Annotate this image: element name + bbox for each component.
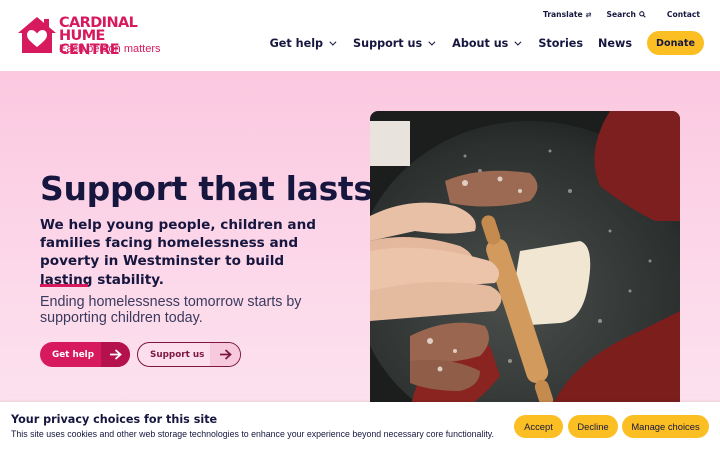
nav-item-label: Get help (269, 36, 324, 50)
accept-cookies-button[interactable]: Accept (514, 415, 563, 438)
contact-link[interactable]: Contact (667, 10, 700, 19)
nav-item-news[interactable]: News (598, 37, 632, 50)
hero-title: Support that lasts (40, 169, 373, 208)
translate-icon: ⇄ (585, 10, 592, 19)
cookie-banner: Your privacy choices for this site This … (0, 402, 720, 450)
get-help-button[interactable]: Get help (40, 342, 130, 367)
nav-item-about-us[interactable]: About us (452, 36, 522, 50)
site-header: CARDINAL HUME CENTRE Each person matters… (0, 0, 720, 71)
hero-divider (40, 284, 88, 287)
hero-section: Support that lasts We help young people,… (0, 71, 720, 450)
nav-item-label: Support us (353, 36, 423, 50)
logo-tagline: Each person matters (59, 43, 161, 55)
hero-lede: We help young people, children and famil… (40, 217, 316, 288)
photo-hands-kneading-dough-icon (370, 111, 680, 411)
nav-item-support-us[interactable]: Support us (353, 36, 436, 50)
nav-item-label: Stories (538, 36, 584, 50)
arrow-right-icon (101, 342, 130, 367)
support-us-button-label: Support us (150, 349, 205, 360)
house-heart-icon (18, 17, 56, 53)
hero-image (370, 111, 680, 411)
support-us-button[interactable]: Support us (137, 342, 241, 367)
manage-choices-button[interactable]: Manage choices (622, 415, 709, 438)
site-logo[interactable]: CARDINAL HUME CENTRE Each person matters (17, 14, 162, 57)
utility-nav: Translate ⇄ Search Contact (543, 10, 700, 19)
nav-item-label: News (598, 36, 632, 50)
arrow-right-icon (210, 343, 240, 366)
chevron-down-icon (428, 38, 436, 46)
main-nav: Get help Support us About us Stories New… (270, 31, 704, 55)
hero-subtext: Ending homelessness tomorrow starts by s… (40, 294, 302, 326)
cookie-banner-title: Your privacy choices for this site (11, 413, 218, 426)
translate-link[interactable]: Translate ⇄ (543, 10, 592, 19)
nav-item-get-help[interactable]: Get help (269, 36, 337, 50)
search-icon (639, 11, 646, 18)
search-link[interactable]: Search (607, 10, 646, 19)
contact-label: Contact (666, 10, 700, 19)
nav-item-label: About us (452, 36, 509, 50)
chevron-down-icon (329, 38, 337, 46)
nav-item-stories[interactable]: Stories (538, 37, 583, 50)
cookie-banner-text: This site uses cookies and other web sto… (11, 429, 494, 439)
chevron-down-icon (514, 38, 522, 46)
search-label: Search (606, 10, 636, 19)
decline-cookies-button[interactable]: Decline (568, 415, 618, 438)
donate-button[interactable]: Donate (647, 31, 704, 55)
get-help-button-label: Get help (52, 349, 94, 360)
translate-label: Translate (542, 10, 583, 19)
